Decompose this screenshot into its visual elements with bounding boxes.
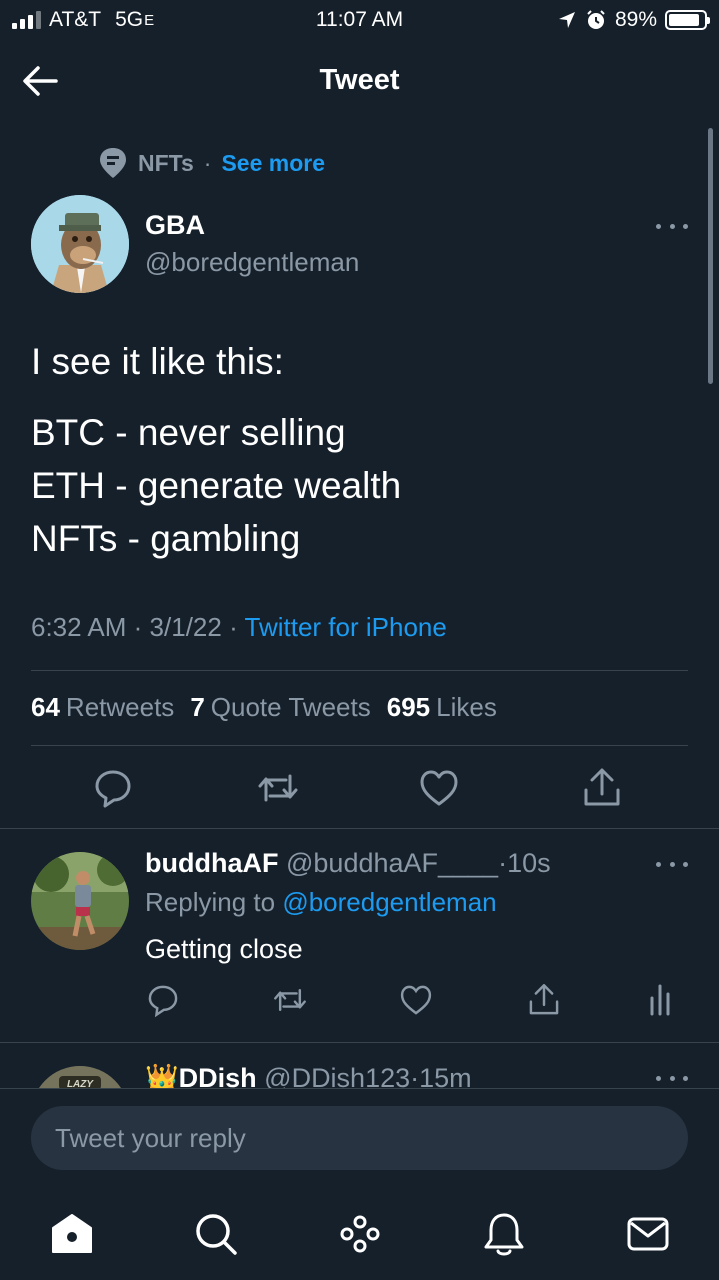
like-button[interactable] [418, 766, 458, 810]
reply-analytics-button[interactable] [642, 982, 678, 1018]
reply-icon [95, 770, 131, 808]
ape-avatar-image [31, 195, 129, 293]
reply-retweet-button[interactable] [272, 982, 308, 1018]
replying-to-mention[interactable]: @boredgentleman [282, 887, 496, 917]
tweet-line: I see it like this: [31, 341, 284, 382]
bottom-tab-bar [0, 1186, 719, 1280]
tweet-time: 6:32 AM [31, 612, 127, 642]
retweet-button[interactable] [256, 766, 298, 810]
reply-button[interactable] [93, 766, 133, 810]
reply-avatar[interactable] [31, 852, 129, 950]
tweet-date: 3/1/22 [149, 612, 222, 642]
reply-author-name[interactable]: buddhaAF [145, 848, 278, 878]
tweet-text: I see it like this: BTC - never selling … [31, 335, 691, 565]
topic-row: NFTs · See more [98, 146, 325, 180]
tab-search[interactable] [192, 1210, 240, 1258]
tab-notifications[interactable] [480, 1210, 528, 1258]
divider [31, 670, 688, 671]
tweet-more-button[interactable] [656, 218, 688, 234]
more-icon [656, 223, 661, 229]
see-more-link[interactable]: See more [221, 150, 325, 177]
replying-to: Replying to @boredgentleman [145, 887, 497, 918]
reply-like-button[interactable] [398, 982, 434, 1018]
reply-composer [0, 1088, 719, 1186]
reply-input[interactable] [31, 1106, 688, 1170]
scrollbar[interactable] [708, 128, 713, 384]
avatar-text: LAZY [67, 1079, 94, 1088]
topic-name[interactable]: NFTs [138, 150, 194, 177]
tweet-source-link[interactable]: Twitter for iPhone [245, 612, 447, 642]
reply-tweet[interactable]: LAZY 👑DDish @DDish123·15m [0, 1042, 719, 1088]
reply-author-name[interactable]: 👑DDish [145, 1063, 257, 1088]
replying-to-label: Replying to [145, 887, 276, 917]
share-icon [584, 768, 620, 806]
author-avatar[interactable] [31, 195, 129, 293]
reply-tweet[interactable]: buddhaAF @buddhaAF____·10s Replying to @… [0, 828, 719, 1042]
tab-messages[interactable] [624, 1210, 672, 1258]
lazy-avatar-image: LAZY [31, 1066, 129, 1088]
tweet-meta: 6:32 AM · 3/1/22 · Twitter for iPhone [31, 612, 447, 643]
home-icon [52, 1214, 92, 1253]
likes-stat[interactable]: 695 Likes [387, 692, 497, 723]
alarm-icon [587, 10, 605, 29]
meta-separator: · [133, 612, 143, 642]
messages-icon [627, 1217, 669, 1251]
stats-row: 64 Retweets 7 Quote Tweets 695 Likes [31, 692, 497, 723]
spaces-icon [340, 1215, 380, 1253]
reply-icon [148, 985, 178, 1018]
retweet-icon [274, 988, 306, 1012]
analytics-icon [650, 984, 670, 1016]
divider [31, 745, 688, 746]
reply-author-handle[interactable]: @buddhaAF____ [286, 848, 498, 878]
topic-icon [100, 148, 126, 178]
meta-separator: · [229, 612, 238, 642]
topic-separator: · [203, 149, 212, 176]
like-icon [420, 770, 458, 806]
tweet-line: NFTs - gambling [31, 518, 301, 559]
share-icon [529, 984, 559, 1015]
battery-icon [665, 10, 710, 30]
reply-more-button[interactable] [656, 856, 688, 872]
reply-time: ·10s [498, 848, 551, 878]
author-name[interactable]: GBA [145, 210, 205, 241]
reply-text: Getting close [145, 934, 303, 964]
tweet-line: ETH - generate wealth [31, 465, 402, 506]
tab-home[interactable] [48, 1210, 96, 1258]
nav-header: Tweet [0, 50, 719, 112]
reply-author-handle[interactable]: @DDish123 [264, 1063, 410, 1088]
like-icon [400, 985, 432, 1015]
more-icon [656, 1075, 661, 1081]
notifications-icon [484, 1213, 524, 1256]
tweet-line: BTC - never selling [31, 412, 346, 453]
runner-avatar-image [31, 852, 129, 950]
reply-header: 👑DDish @DDish123·15m [145, 1062, 472, 1088]
tweet-action-bar [0, 766, 719, 810]
retweet-icon [258, 774, 298, 802]
reply-share-button[interactable] [526, 982, 562, 1018]
quote-tweets-stat[interactable]: 7 Quote Tweets [190, 692, 370, 723]
tab-spaces[interactable] [336, 1210, 384, 1258]
reply-time: ·15m [410, 1063, 472, 1088]
battery-percent: 89% [614, 8, 657, 31]
page-title: Tweet [319, 64, 400, 96]
more-icon [656, 861, 661, 867]
status-bar: AT&T 5G E 11:07 AM 89% [0, 0, 719, 40]
retweets-stat[interactable]: 64 Retweets [31, 692, 174, 723]
reply-reply-button[interactable] [146, 982, 182, 1018]
search-icon [196, 1214, 237, 1255]
reply-avatar[interactable]: LAZY [31, 1066, 129, 1088]
share-button[interactable] [581, 766, 621, 810]
reply-more-button[interactable] [656, 1070, 688, 1086]
location-icon [558, 12, 575, 28]
author-handle[interactable]: @boredgentleman [145, 247, 359, 278]
reply-header: buddhaAF @buddhaAF____·10s [145, 848, 551, 879]
